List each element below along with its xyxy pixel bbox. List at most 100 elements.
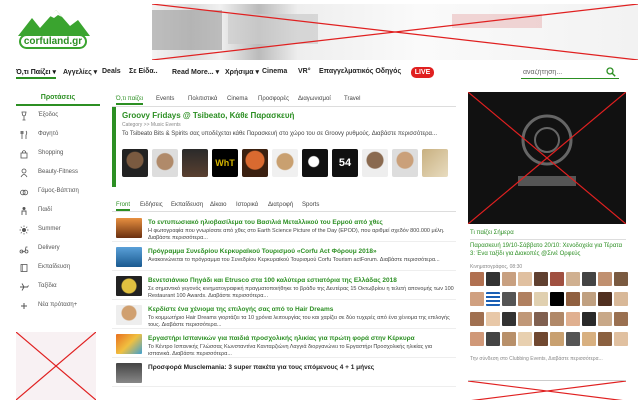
sidebar-item-delivery[interactable]: Delivery	[16, 239, 100, 258]
avatar[interactable]	[470, 312, 484, 326]
tab-cinema[interactable]: Cinema	[227, 96, 248, 102]
avatar[interactable]	[534, 272, 548, 286]
tab-contests[interactable]: Διαγωνισμοί	[298, 96, 331, 102]
event-thumb[interactable]	[392, 149, 418, 177]
search-icon[interactable]	[606, 67, 616, 77]
sidebar-item-child[interactable]: Παιδί	[16, 201, 100, 220]
news-thumbnail[interactable]	[116, 334, 142, 354]
news-item[interactable]: Εργαστήρι Ισπανικών για παιδιά προσχολικ…	[112, 329, 456, 358]
avatar[interactable]	[486, 292, 500, 306]
avatar[interactable]	[502, 332, 516, 346]
avatar[interactable]	[614, 272, 628, 286]
avatar[interactable]	[582, 272, 596, 286]
avatar[interactable]	[470, 332, 484, 346]
tab-law[interactable]: Δίκαιο	[210, 202, 226, 208]
tab-news[interactable]: Ειδήσεις	[140, 202, 163, 208]
avatar[interactable]	[550, 292, 564, 306]
avatar[interactable]	[566, 272, 580, 286]
sidebar-item-beauty[interactable]: Beauty-Fitness	[16, 163, 100, 182]
featured-title[interactable]: Groovy Fridays @ Tsibeato, Κάθε Παρασκευ…	[122, 111, 294, 120]
avatar[interactable]	[598, 332, 612, 346]
avatar[interactable]	[566, 292, 580, 306]
event-thumb[interactable]	[302, 149, 328, 177]
nav-whats-on[interactable]: Ό,τι Παίζει ▾	[16, 68, 56, 79]
event-thumb[interactable]	[122, 149, 148, 177]
sidebar-item-summer[interactable]: Summer	[16, 220, 100, 239]
avatar[interactable]	[614, 292, 628, 306]
tab-offers[interactable]: Προσφορές	[258, 96, 289, 102]
news-item[interactable]: Το εντυπωσιακό ηλιοβασίλεμα του Βασιλιά …	[112, 213, 456, 242]
sidebar-item-education[interactable]: Εκπαίδευση	[16, 258, 100, 277]
news-title[interactable]: Εργαστήρι Ισπανικών για παιδιά προσχολικ…	[148, 335, 415, 342]
nav-business-guide[interactable]: Επαγγελματικός Οδηγός	[319, 68, 401, 75]
news-title[interactable]: Το εντυπωσιακό ηλιοβασίλεμα του Βασιλιά …	[148, 219, 383, 226]
sidebar-item-outing[interactable]: Έξοδος	[16, 106, 100, 125]
news-title[interactable]: Βενετσιάνικο Πηγάδι και Etrusco στα 100 …	[148, 277, 397, 284]
avatar[interactable]	[566, 332, 580, 346]
avatar[interactable]	[486, 312, 500, 326]
live-button[interactable]: LIVE	[411, 67, 434, 78]
event-thumb[interactable]: 54	[332, 149, 358, 177]
avatar[interactable]	[598, 272, 612, 286]
avatar[interactable]	[518, 332, 532, 346]
news-thumbnail[interactable]	[116, 276, 142, 296]
news-thumbnail[interactable]	[116, 363, 142, 383]
avatar[interactable]	[534, 332, 548, 346]
avatar[interactable]	[486, 332, 500, 346]
site-logo[interactable]: corfuland.gr	[16, 8, 92, 52]
sidebar-item-new-suggestion[interactable]: Νέα πρόταση+	[16, 296, 100, 315]
avatar[interactable]	[470, 272, 484, 286]
avatar[interactable]	[598, 312, 612, 326]
sidebar-item-wedding[interactable]: Γάμος-Βάπτιση	[16, 182, 100, 201]
today-event[interactable]: Παρασκευή 19/10-Σάββατο 20/10: Χενοδοχεί…	[470, 242, 628, 258]
avatar[interactable]	[518, 312, 532, 326]
news-item[interactable]: Πρόγραμμα Συνεδρίου Κερκυραϊκού Τουρισμο…	[112, 242, 456, 271]
news-item[interactable]: Κερδίστε ένα χένιομα της επιλογής σας απ…	[112, 300, 456, 329]
featured-event[interactable]: Groovy Fridays @ Tsibeato, Κάθε Παρασκευ…	[112, 107, 456, 187]
news-thumbnail[interactable]	[116, 218, 142, 238]
nav-vr[interactable]: VR°	[298, 68, 311, 75]
avatar[interactable]	[614, 312, 628, 326]
event-thumb[interactable]	[242, 149, 268, 177]
tab-cultural[interactable]: Πολιτιστικά	[188, 96, 217, 102]
search-input[interactable]	[521, 66, 619, 79]
nav-saw-you[interactable]: Σε Είδα..	[129, 68, 158, 75]
news-item[interactable]: Προσφορά Musclemania: 3 super πακέτα για…	[112, 358, 456, 387]
avatar[interactable]	[582, 332, 596, 346]
news-thumbnail[interactable]	[116, 247, 142, 267]
event-thumb[interactable]	[182, 149, 208, 177]
tab-whats-on[interactable]: Ό,τι παίζει	[116, 96, 144, 105]
nav-classifieds[interactable]: Αγγελίες ▾	[63, 68, 97, 76]
nav-useful[interactable]: Χρήσιμα ▾	[225, 68, 259, 76]
nav-read-more[interactable]: Read More... ▾	[172, 68, 219, 76]
avatar[interactable]	[598, 292, 612, 306]
news-title[interactable]: Κερδίστε ένα χένιομα της επιλογής σας απ…	[148, 306, 333, 313]
news-item[interactable]: Βενετσιάνικο Πηγάδι και Etrusco στα 100 …	[112, 271, 456, 300]
sidebar-item-shopping[interactable]: Shopping	[16, 144, 100, 163]
avatar[interactable]	[534, 312, 548, 326]
news-thumbnail[interactable]	[116, 305, 142, 325]
avatar[interactable]	[502, 272, 516, 286]
tab-education[interactable]: Εκπαίδευση	[171, 202, 203, 208]
avatar[interactable]	[582, 312, 596, 326]
avatar[interactable]	[566, 312, 580, 326]
avatar[interactable]	[486, 272, 500, 286]
event-thumb[interactable]	[422, 149, 448, 177]
right-ad-blocked[interactable]	[468, 92, 626, 224]
avatar[interactable]	[518, 272, 532, 286]
avatar[interactable]	[518, 292, 532, 306]
sidebar-item-food[interactable]: Φαγητό	[16, 125, 100, 144]
event-thumb[interactable]	[272, 149, 298, 177]
tab-front[interactable]: Front	[116, 202, 131, 211]
sidebar-item-travel[interactable]: Ταξίδια	[16, 277, 100, 296]
nav-cinema[interactable]: Cinema	[262, 68, 287, 75]
tab-travel[interactable]: Travel	[344, 96, 360, 102]
avatar[interactable]	[582, 292, 596, 306]
avatar[interactable]	[614, 332, 628, 346]
right-ad-blocked-2[interactable]	[468, 380, 626, 400]
tab-nutrition[interactable]: Διατροφή	[268, 202, 293, 208]
news-title[interactable]: Προσφορά Musclemania: 3 super πακέτα για…	[148, 364, 374, 371]
tab-events[interactable]: Events	[156, 96, 174, 102]
left-ad-blocked[interactable]	[16, 332, 96, 400]
tab-sports[interactable]: Sports	[302, 202, 319, 208]
